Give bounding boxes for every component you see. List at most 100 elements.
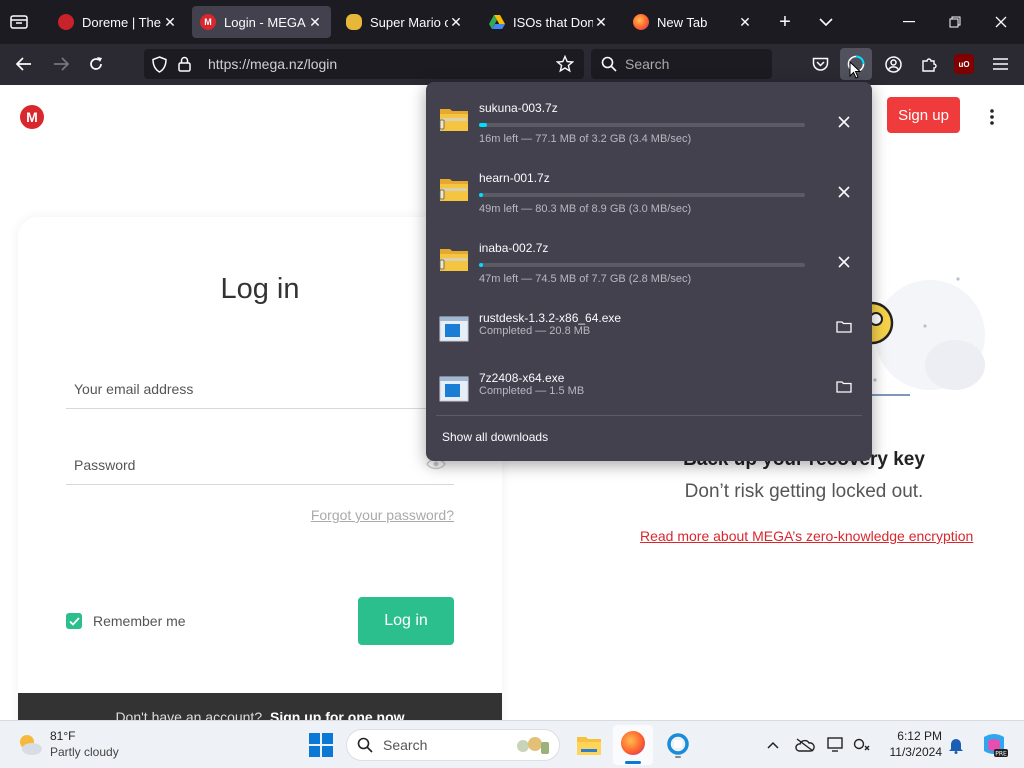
search-placeholder: Search bbox=[625, 56, 670, 72]
tab-title: Login - MEGA bbox=[224, 14, 306, 30]
reload-icon[interactable] bbox=[86, 54, 106, 74]
pocket-icon[interactable] bbox=[810, 54, 830, 74]
forward-arrow-icon[interactable] bbox=[51, 54, 71, 74]
password-field[interactable]: Password bbox=[66, 445, 454, 485]
footer-text: Don't have an account? bbox=[115, 709, 263, 720]
clock-time[interactable]: 6:12 PM bbox=[884, 729, 942, 743]
url-text[interactable]: https://mega.nz/login bbox=[208, 56, 556, 72]
tab-doreme[interactable]: Doreme | The La ✕ bbox=[50, 6, 186, 38]
file-explorer-icon[interactable] bbox=[575, 731, 603, 759]
search-icon bbox=[601, 56, 617, 72]
download-filename: hearn-001.7z bbox=[479, 171, 550, 185]
copilot-icon[interactable]: PRE bbox=[980, 731, 1008, 759]
search-highlight-icon bbox=[511, 734, 551, 758]
download-progress-fill bbox=[479, 123, 487, 127]
more-options-icon[interactable] bbox=[984, 105, 1000, 129]
close-icon[interactable]: ✕ bbox=[307, 14, 323, 31]
network-icon[interactable] bbox=[852, 735, 872, 755]
download-status: Completed — 20.8 MB bbox=[479, 325, 591, 337]
new-tab-plus-icon[interactable]: + bbox=[774, 11, 796, 33]
show-in-folder-icon[interactable] bbox=[830, 372, 858, 400]
remember-me-checkbox[interactable] bbox=[66, 613, 82, 629]
download-filename: rustdesk-1.3.2-x86_64.exe bbox=[479, 311, 622, 325]
display-icon[interactable] bbox=[826, 735, 846, 755]
firefox-icon bbox=[621, 731, 645, 755]
checkmark-icon bbox=[68, 616, 80, 626]
signup-button[interactable]: Sign up bbox=[887, 97, 960, 133]
firefox-view-icon[interactable] bbox=[8, 12, 30, 32]
archive-file-icon bbox=[439, 106, 469, 132]
archive-file-icon bbox=[439, 246, 469, 272]
clock-date[interactable]: 11/3/2024 bbox=[884, 745, 943, 759]
email-placeholder: Your email address bbox=[74, 381, 194, 397]
taskbar-firefox-active[interactable] bbox=[613, 725, 653, 765]
show-in-folder-icon[interactable] bbox=[830, 312, 858, 340]
restore-icon[interactable] bbox=[944, 12, 966, 32]
tab-isos[interactable]: ISOs that Don't ✕ bbox=[481, 6, 617, 38]
tab-title: New Tab bbox=[657, 14, 708, 30]
google-drive-favicon-icon bbox=[489, 14, 505, 30]
download-progress-fill bbox=[479, 263, 483, 267]
show-all-downloads-link[interactable]: Show all downloads bbox=[442, 430, 548, 444]
minimize-icon[interactable] bbox=[898, 12, 920, 32]
close-icon[interactable]: ✕ bbox=[593, 14, 609, 31]
close-icon[interactable]: ✕ bbox=[448, 14, 464, 31]
login-button[interactable]: Log in bbox=[358, 597, 454, 645]
hamburger-menu-icon[interactable] bbox=[990, 54, 1010, 74]
weather-temperature[interactable]: 81°F bbox=[50, 729, 75, 743]
download-progress-fill bbox=[479, 193, 483, 197]
tab-mega-login[interactable]: M Login - MEGA ✕ bbox=[192, 6, 331, 38]
download-status: 49m left — 80.3 MB of 8.9 GB (3.0 MB/sec… bbox=[479, 203, 692, 215]
url-bar[interactable]: https://mega.nz/login bbox=[144, 49, 584, 79]
footer-signup-link[interactable]: Sign up for one now bbox=[270, 709, 405, 720]
taskbar-search-box[interactable]: Search bbox=[346, 729, 560, 761]
download-filename: sukuna-003.7z bbox=[479, 101, 558, 115]
svg-text:PRE: PRE bbox=[995, 751, 1007, 758]
rustdesk-icon[interactable] bbox=[665, 731, 691, 759]
download-item[interactable]: sukuna-003.7z 16m left — 77.1 MB of 3.2 G… bbox=[426, 88, 872, 148]
show-hidden-icons-chevron-icon[interactable] bbox=[763, 735, 783, 755]
cancel-download-close-icon[interactable] bbox=[830, 108, 858, 136]
extensions-puzzle-icon[interactable] bbox=[919, 54, 939, 74]
notification-bell-icon[interactable] bbox=[946, 735, 966, 755]
panel-divider bbox=[436, 415, 862, 416]
search-icon bbox=[357, 737, 373, 753]
download-filename: inaba-002.7z bbox=[479, 241, 549, 255]
back-arrow-icon[interactable] bbox=[14, 54, 34, 74]
download-item[interactable]: 7z2408-x64.exe Completed — 1.5 MB bbox=[426, 358, 872, 418]
tab-new-tab[interactable]: New Tab ✕ bbox=[625, 6, 761, 38]
mega-logo[interactable]: M bbox=[20, 105, 44, 129]
cancel-download-close-icon[interactable] bbox=[830, 178, 858, 206]
account-icon[interactable] bbox=[883, 54, 903, 74]
windows-start-icon[interactable] bbox=[309, 733, 333, 757]
weather-description[interactable]: Partly cloudy bbox=[50, 745, 119, 759]
close-icon[interactable]: ✕ bbox=[162, 14, 178, 31]
cancel-download-close-icon[interactable] bbox=[830, 248, 858, 276]
mega-favicon-icon: M bbox=[200, 14, 216, 30]
email-field[interactable]: Your email address bbox=[66, 369, 454, 409]
password-placeholder: Password bbox=[74, 457, 136, 473]
download-item[interactable]: hearn-001.7z 49m left — 80.3 MB of 8.9 GB… bbox=[426, 158, 872, 218]
download-status: 47m left — 74.5 MB of 7.7 GB (2.8 MB/sec… bbox=[479, 273, 692, 285]
download-item[interactable]: inaba-002.7z 47m left — 74.5 MB of 7.7 GB… bbox=[426, 228, 872, 288]
tab-title: Super Mario on bbox=[370, 14, 448, 30]
weather-partly-cloudy-icon[interactable] bbox=[16, 731, 44, 759]
chevron-down-icon[interactable] bbox=[815, 12, 837, 32]
signup-footer: Don't have an account? Sign up for one n… bbox=[18, 693, 502, 720]
download-status: Completed — 1.5 MB bbox=[479, 385, 585, 397]
encryption-link[interactable]: Read more about MEGA’s zero-knowledge en… bbox=[640, 528, 1000, 544]
navigation-bar: https://mega.nz/login Search uO bbox=[0, 44, 1024, 85]
downloads-panel: sukuna-003.7z 16m left — 77.1 MB of 3.2 G… bbox=[426, 82, 872, 461]
search-bar[interactable]: Search bbox=[591, 49, 772, 79]
tab-super-mario[interactable]: Super Mario on ✕ bbox=[338, 6, 472, 38]
ublock-origin-icon[interactable]: uO bbox=[954, 54, 974, 74]
close-window-icon[interactable] bbox=[990, 12, 1012, 32]
forgot-password-link[interactable]: Forgot your password? bbox=[311, 507, 454, 523]
download-item[interactable]: rustdesk-1.3.2-x86_64.exe Completed — 20.… bbox=[426, 298, 872, 358]
close-icon[interactable]: ✕ bbox=[737, 14, 753, 31]
shield-icon[interactable] bbox=[152, 55, 170, 73]
bookmark-star-icon[interactable] bbox=[556, 55, 574, 73]
mouse-cursor-icon bbox=[848, 60, 862, 80]
lock-icon[interactable] bbox=[178, 56, 194, 72]
onedrive-offline-icon[interactable] bbox=[795, 735, 815, 755]
